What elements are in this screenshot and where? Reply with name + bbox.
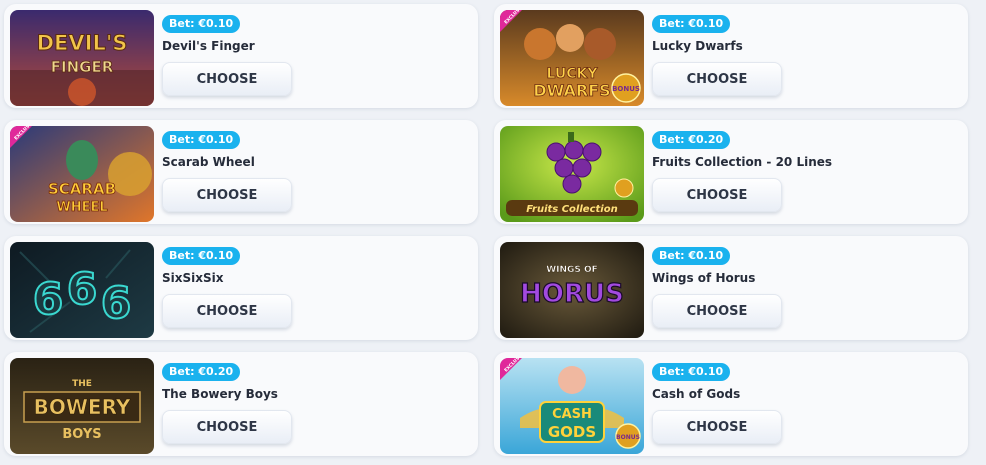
svg-text:6: 6 [101, 278, 132, 329]
game-thumbnail-devils-finger[interactable]: DEVIL'S FINGER [10, 10, 154, 106]
game-title: The Bowery Boys [162, 387, 278, 401]
svg-text:CASH: CASH [552, 407, 592, 422]
bet-badge: Bet: €0.20 [652, 131, 731, 149]
choose-button-devils-finger[interactable]: CHOOSE [162, 62, 292, 96]
svg-text:Fruits Collection: Fruits Collection [526, 204, 617, 215]
game-title: Scarab Wheel [162, 155, 255, 169]
svg-text:GODS: GODS [548, 423, 596, 441]
svg-text:WINGS OF: WINGS OF [546, 265, 598, 275]
svg-text:BOYS: BOYS [62, 427, 101, 442]
choose-button-cash-of-gods[interactable]: CHOOSE [652, 410, 782, 444]
game-thumbnail-wings-of-horus[interactable]: WINGS OF HORUS [500, 242, 644, 338]
bet-badge: Bet: €0.10 [162, 131, 241, 149]
svg-text:THE: THE [72, 379, 92, 389]
game-title: Fruits Collection - 20 Lines [652, 155, 833, 169]
svg-text:DWARFS: DWARFS [533, 81, 610, 100]
svg-text:SCARAB: SCARAB [48, 180, 116, 198]
svg-text:BONUS: BONUS [612, 85, 640, 93]
game-thumbnail-fruits-collection[interactable]: Fruits Collection [500, 126, 644, 222]
choose-button-wings-of-horus[interactable]: CHOOSE [652, 294, 782, 328]
game-thumbnail-bowery-boys[interactable]: THE BOWERY BOYS [10, 358, 154, 454]
game-card-sixsixsix: 6 6 6 Bet: €0.10 SixSixSix CHOOSE [4, 236, 478, 340]
game-title: Lucky Dwarfs [652, 39, 743, 53]
svg-text:FINGER: FINGER [51, 58, 114, 76]
game-thumbnail-lucky-dwarfs[interactable]: LUCKY DWARFS BONUS EXCLUSIVE [500, 10, 644, 106]
choose-button-sixsixsix[interactable]: CHOOSE [162, 294, 292, 328]
game-thumbnail-sixsixsix[interactable]: 6 6 6 [10, 242, 154, 338]
svg-text:WHEEL: WHEEL [56, 200, 107, 215]
game-title: Wings of Horus [652, 271, 756, 285]
game-title: Cash of Gods [652, 387, 741, 401]
game-grid: DEVIL'S FINGER Bet: €0.10 Devil's Finger… [0, 0, 986, 465]
choose-button-lucky-dwarfs[interactable]: CHOOSE [652, 62, 782, 96]
svg-text:BONUS: BONUS [616, 434, 640, 441]
bet-badge: Bet: €0.20 [162, 363, 241, 381]
game-title: Devil's Finger [162, 39, 255, 53]
game-card-wings-of-horus: WINGS OF HORUS Bet: €0.10 Wings of Horus… [494, 236, 968, 340]
bet-badge: Bet: €0.10 [162, 15, 241, 33]
choose-button-fruits-collection[interactable]: CHOOSE [652, 178, 782, 212]
svg-text:LUCKY: LUCKY [546, 66, 598, 82]
game-thumbnail-cash-of-gods[interactable]: CASH GODS BONUS EXCLUSIVE [500, 358, 644, 454]
svg-text:6: 6 [67, 264, 98, 315]
game-card-lucky-dwarfs: LUCKY DWARFS BONUS EXCLUSIVE Bet: €0.10 … [494, 4, 968, 108]
bet-badge: Bet: €0.10 [652, 15, 731, 33]
bet-badge: Bet: €0.10 [652, 363, 731, 381]
game-card-scarab-wheel: SCARAB WHEEL EXCLUSIVE Bet: €0.10 Scarab… [4, 120, 478, 224]
game-card-fruits-collection: Fruits Collection Bet: €0.20 Fruits Coll… [494, 120, 968, 224]
game-card-bowery-boys: THE BOWERY BOYS Bet: €0.20 The Bowery Bo… [4, 352, 478, 456]
choose-button-scarab-wheel[interactable]: CHOOSE [162, 178, 292, 212]
svg-text:DEVIL'S: DEVIL'S [37, 31, 128, 55]
svg-text:HORUS: HORUS [520, 279, 624, 309]
choose-button-bowery-boys[interactable]: CHOOSE [162, 410, 292, 444]
game-thumbnail-scarab-wheel[interactable]: SCARAB WHEEL EXCLUSIVE [10, 126, 154, 222]
bet-badge: Bet: €0.10 [652, 247, 731, 265]
svg-text:BOWERY: BOWERY [34, 395, 131, 419]
bet-badge: Bet: €0.10 [162, 247, 241, 265]
game-card-devils-finger: DEVIL'S FINGER Bet: €0.10 Devil's Finger… [4, 4, 478, 108]
svg-text:6: 6 [33, 274, 64, 325]
game-title: SixSixSix [162, 271, 224, 285]
game-card-cash-of-gods: CASH GODS BONUS EXCLUSIVE Bet: €0.10 Cas… [494, 352, 968, 456]
